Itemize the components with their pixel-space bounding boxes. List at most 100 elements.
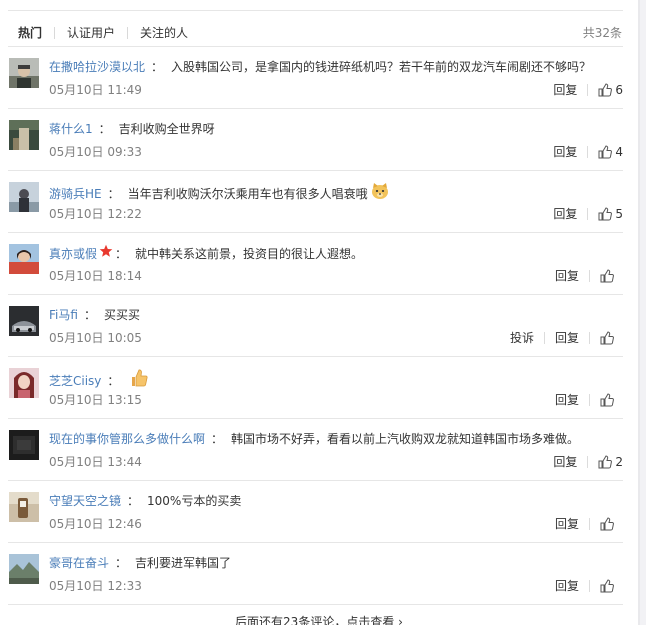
colon: ：: [127, 494, 140, 508]
comment-text: 入股韩国公司，是拿国内的钱进碎纸机吗？若干年前的双龙汽车闹剧还不够吗？: [171, 60, 592, 74]
comment-actions: 回复: [555, 578, 623, 594]
thumbs-up-icon: [598, 207, 613, 221]
total-comment-count: 共32条: [582, 26, 622, 40]
tab-separator: [127, 27, 129, 39]
more-comments-bar: 后面还有23条评论，点击查看 ›: [0, 604, 638, 625]
reply-button[interactable]: 回复: [553, 454, 577, 470]
comment-username[interactable]: 现在的事你管那么多做什么啊: [49, 430, 205, 448]
like-count: 2: [615, 455, 623, 469]
like-button[interactable]: [600, 517, 623, 531]
comment-text: 韩国市场不好弄，看看以前上汽收购双龙就知道韩国市场多难做。: [231, 432, 580, 446]
comment-item: 守望天空之镜 ： 100%亏本的买卖 05月10日 12:46 回复: [8, 480, 623, 542]
comment-text: 吉利要进军韩国了: [135, 556, 232, 570]
tab-verified-users[interactable]: 认证用户: [67, 24, 115, 42]
thumbs-up-icon: [600, 517, 614, 531]
action-separator: [589, 332, 590, 344]
comment-text: 100%亏本的买卖: [147, 494, 242, 508]
action-separator: [587, 208, 589, 220]
comment-username[interactable]: 在撒哈拉沙漠以北: [49, 58, 145, 76]
comment-username[interactable]: 蒋什么1: [49, 120, 93, 138]
load-more-comments-link[interactable]: 后面还有23条评论，点击查看 ›: [0, 613, 638, 625]
reply-button[interactable]: 回复: [555, 330, 579, 346]
reply-button[interactable]: 回复: [553, 82, 577, 98]
reply-button[interactable]: 回复: [555, 516, 579, 532]
comment-username[interactable]: 真亦或假: [49, 245, 97, 263]
action-separator: [587, 146, 589, 158]
colon: ：: [115, 556, 128, 570]
like-button[interactable]: 6: [598, 83, 623, 97]
comment-username[interactable]: 游骑兵HE: [49, 185, 102, 203]
action-separator: [587, 84, 589, 96]
comment-username[interactable]: 守望天空之镜: [49, 492, 121, 510]
comment-item: Fi马fi ： 买买买 05月10日 10:05 投诉 回复: [8, 294, 623, 356]
like-button[interactable]: [600, 331, 623, 345]
tab-hot[interactable]: 热门: [18, 24, 42, 42]
comment-time: 05月10日 11:49: [49, 83, 142, 97]
colon: ：: [211, 432, 224, 446]
comment-item: 在撒哈拉沙漠以北 ： 入股韩国公司，是拿国内的钱进碎纸机吗？若干年前的双龙汽车闹…: [8, 46, 623, 108]
action-separator: [589, 394, 590, 406]
comment-actions: 回复: [555, 268, 623, 284]
like-button[interactable]: [600, 269, 623, 283]
action-separator: [589, 518, 590, 530]
comment-item: 豪哥在奋斗 ： 吉利要进军韩国了 05月10日 12:33 回复: [8, 542, 623, 604]
comment-item: 真亦或假 ： 就中韩关系这前景，投资目的很让人遐想。 05月10日 18:14 …: [8, 232, 623, 294]
avatar[interactable]: [9, 430, 39, 460]
avatar[interactable]: [9, 554, 39, 584]
comment-username[interactable]: Fi马fi: [49, 306, 78, 324]
comment-text: 买买买: [103, 308, 140, 322]
like-button[interactable]: [600, 393, 623, 407]
thumbs-up-emoji-icon: [129, 368, 149, 393]
colon: ：: [107, 373, 120, 388]
action-separator: [543, 332, 545, 344]
report-button[interactable]: 投诉: [510, 330, 534, 346]
comment-item: 游骑兵HE ： 当年吉利收购沃尔沃乘用车也有很多人唱衰哦 05月10日 12:2…: [8, 170, 623, 232]
thumbs-up-icon: [598, 145, 613, 159]
panel-edge: [638, 0, 640, 625]
avatar[interactable]: [9, 368, 39, 398]
top-divider: [8, 10, 623, 11]
filter-tabs: 热门 认证用户 关注的人: [18, 24, 188, 42]
avatar[interactable]: [9, 306, 39, 336]
colon: ：: [83, 308, 96, 322]
like-count: 6: [615, 83, 623, 97]
thumbs-up-icon: [600, 393, 614, 407]
comment-item: 芝芝Ciisy ： 05月10日 13:15 回复: [8, 356, 623, 418]
like-button[interactable]: 2: [598, 455, 623, 469]
colon: ：: [151, 60, 164, 74]
comment-list: 在撒哈拉沙漠以北 ： 入股韩国公司，是拿国内的钱进碎纸机吗？若干年前的双龙汽车闹…: [8, 46, 623, 604]
comment-item: 蒋什么1 ： 吉利收购全世界呀 05月10日 09:33 回复 4: [8, 108, 623, 170]
reply-button[interactable]: 回复: [553, 144, 577, 160]
comment-actions: 回复 4: [553, 144, 623, 160]
reply-button[interactable]: 回复: [555, 578, 579, 594]
thumbs-up-icon: [598, 455, 613, 469]
avatar[interactable]: [9, 120, 39, 150]
colon: ：: [115, 246, 128, 261]
comment-item: 现在的事你管那么多做什么啊 ： 韩国市场不好弄，看看以前上汽收购双龙就知道韩国市…: [8, 418, 623, 480]
like-button[interactable]: 5: [598, 207, 623, 221]
tab-following[interactable]: 关注的人: [140, 24, 188, 42]
comment-actions: 投诉 回复: [510, 330, 623, 346]
comment-time: 05月10日 09:33: [49, 145, 142, 159]
comment-username[interactable]: 芝芝Ciisy: [49, 372, 101, 390]
reply-button[interactable]: 回复: [553, 206, 577, 222]
comment-time: 05月10日 12:33: [49, 579, 142, 593]
colon: ：: [98, 122, 111, 136]
comment-time: 05月10日 18:14: [49, 269, 142, 283]
thumbs-up-icon: [600, 331, 614, 345]
avatar[interactable]: [9, 492, 39, 522]
avatar[interactable]: [9, 182, 39, 212]
avatar[interactable]: [9, 244, 39, 274]
comment-actions: 回复 2: [553, 454, 623, 470]
comment-time: 05月10日 13:44: [49, 455, 142, 469]
like-button[interactable]: [600, 579, 623, 593]
reply-button[interactable]: 回复: [555, 268, 579, 284]
tab-separator: [54, 27, 56, 39]
like-button[interactable]: 4: [598, 145, 623, 159]
comment-time: 05月10日 12:46: [49, 517, 142, 531]
reply-button[interactable]: 回复: [555, 392, 579, 408]
comment-username[interactable]: 豪哥在奋斗: [49, 554, 109, 572]
comment-time: 05月10日 13:15: [49, 393, 142, 407]
comment-panel: 热门 认证用户 关注的人 共32条 在撒哈拉沙漠以北 ： 入股韩国公司，是拿国内…: [0, 0, 638, 625]
avatar[interactable]: [9, 58, 39, 88]
